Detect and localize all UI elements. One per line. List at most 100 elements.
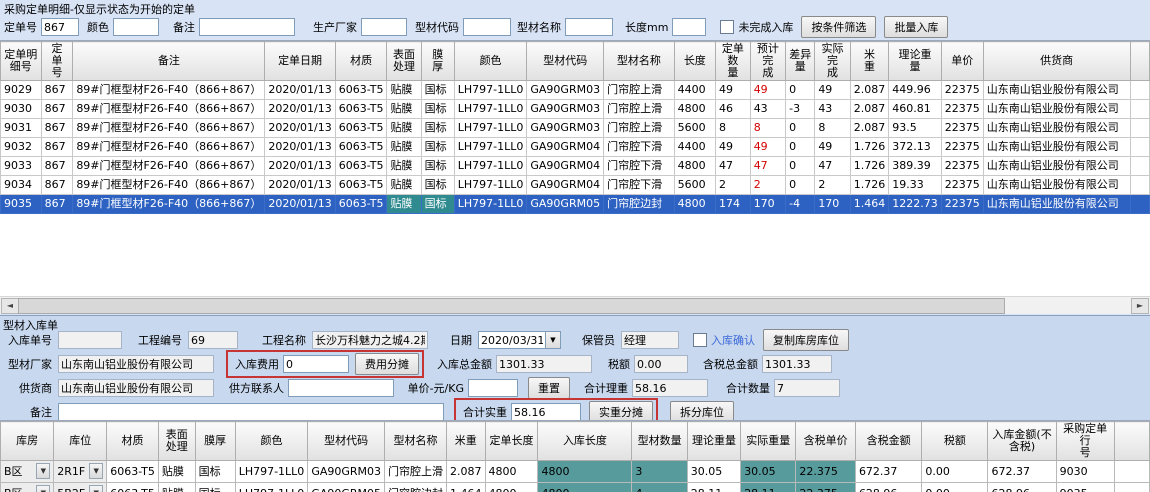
table-cell[interactable]: 22375 xyxy=(941,195,983,214)
table-cell[interactable]: 89#门框型材F26-F40（866+867） xyxy=(73,157,265,176)
table-cell[interactable]: 贴膜 xyxy=(387,81,421,100)
table-cell[interactable]: 22375 xyxy=(941,81,983,100)
table-cell[interactable]: 山东南山铝业股份有限公司 xyxy=(983,195,1130,214)
column-header[interactable]: 膜厚 xyxy=(195,422,235,461)
table-cell[interactable]: 3 xyxy=(632,461,687,483)
table-row[interactable]: 903086789#门框型材F26-F40（866+867）2020/01/13… xyxy=(1,100,1150,119)
table-cell[interactable]: GA90GRM03 xyxy=(308,461,385,483)
date-input[interactable] xyxy=(478,331,546,349)
profile-name-filter-input[interactable] xyxy=(565,18,613,36)
fee-input[interactable] xyxy=(283,355,349,373)
table-cell[interactable]: 9032 xyxy=(1,138,42,157)
table-row[interactable]: 903586789#门框型材F26-F40（866+867）2020/01/13… xyxy=(1,195,1150,214)
table-cell[interactable]: 贴膜 xyxy=(387,119,421,138)
column-header[interactable]: 含税单价 xyxy=(796,422,856,461)
table-cell[interactable]: 49 xyxy=(750,138,785,157)
table-cell[interactable]: 6063-T5 xyxy=(335,100,387,119)
table-cell[interactable]: 867 xyxy=(41,138,73,157)
dropdown-arrow-icon[interactable]: ▼ xyxy=(36,463,50,479)
table-cell[interactable]: 8 xyxy=(815,119,850,138)
table-cell[interactable]: 1.726 xyxy=(850,138,889,157)
table-cell[interactable]: 国标 xyxy=(421,176,454,195)
table-cell[interactable]: 国标 xyxy=(195,483,235,492)
column-header[interactable] xyxy=(1130,42,1149,81)
table-cell[interactable]: 0 xyxy=(786,119,815,138)
calendar-dropdown-icon[interactable]: ▼ xyxy=(546,331,561,349)
column-header[interactable]: 米 重 xyxy=(850,42,889,81)
table-cell[interactable]: 30.05 xyxy=(741,461,796,483)
tax-input[interactable] xyxy=(634,355,688,373)
remark-input[interactable] xyxy=(58,403,444,421)
table-cell[interactable]: 672.37 xyxy=(988,461,1056,483)
column-header[interactable]: 库房 xyxy=(1,422,54,461)
table-cell[interactable]: 6063-T5 xyxy=(335,176,387,195)
column-header[interactable]: 定单长度 xyxy=(485,422,538,461)
table-cell[interactable]: 门帘腔边封 xyxy=(385,483,447,492)
table-cell[interactable]: GA90GRM04 xyxy=(527,176,604,195)
table-cell[interactable]: 1.726 xyxy=(850,157,889,176)
table-cell[interactable]: 0.00 xyxy=(922,461,988,483)
scroll-right-icon[interactable]: ► xyxy=(1131,298,1149,314)
receipt-no-input[interactable] xyxy=(58,331,122,349)
table-cell[interactable]: 22375 xyxy=(941,157,983,176)
table-cell[interactable]: 22375 xyxy=(941,138,983,157)
column-header[interactable]: 库位 xyxy=(54,422,107,461)
column-header[interactable]: 型材数量 xyxy=(632,422,687,461)
table-cell[interactable]: 867 xyxy=(41,195,73,214)
table-cell[interactable]: GA90GRM03 xyxy=(527,81,604,100)
column-header[interactable] xyxy=(1114,422,1149,461)
supplier-input[interactable] xyxy=(58,379,214,397)
table-cell[interactable]: 8 xyxy=(750,119,785,138)
table-cell[interactable]: 1.464 xyxy=(447,483,486,492)
column-header[interactable]: 差异量 xyxy=(786,42,815,81)
column-header[interactable]: 定单明 细号 xyxy=(1,42,42,81)
table-cell[interactable]: LH797-1LL0 xyxy=(454,195,527,214)
table-cell[interactable]: 2020/01/13 xyxy=(265,138,335,157)
table-cell[interactable]: -3 xyxy=(786,100,815,119)
table-cell[interactable]: 9030 xyxy=(1,100,42,119)
table-cell[interactable]: GA90GRM04 xyxy=(527,157,604,176)
table-cell[interactable]: LH797-1LL0 xyxy=(454,157,527,176)
table-cell[interactable]: 22375 xyxy=(941,100,983,119)
table-cell[interactable]: 门帘腔上滑 xyxy=(385,461,447,483)
table-cell[interactable]: 2 xyxy=(715,176,750,195)
table-cell[interactable]: 山东南山铝业股份有限公司 xyxy=(983,119,1130,138)
order-no-input[interactable] xyxy=(41,18,79,36)
table-cell[interactable]: 49 xyxy=(815,138,850,157)
column-header[interactable]: 含税金额 xyxy=(855,422,921,461)
table-cell[interactable]: 8 xyxy=(715,119,750,138)
table-cell[interactable]: ▼5B2F xyxy=(54,483,107,492)
table-cell[interactable]: 6063-T5 xyxy=(107,483,159,492)
table-cell[interactable]: 867 xyxy=(41,119,73,138)
table-cell[interactable]: 372.13 xyxy=(889,138,942,157)
dropdown-arrow-icon[interactable]: ▼ xyxy=(36,485,50,492)
unit-price-input[interactable] xyxy=(468,379,518,397)
table-row[interactable]: ▼B区▼5B2F6063-T5贴膜国标LH797-1LL0GA90GRM05门帘… xyxy=(1,483,1150,492)
table-cell[interactable]: 2.087 xyxy=(850,81,889,100)
column-header[interactable]: 入库金额(不 含税) xyxy=(988,422,1056,461)
table-cell[interactable]: 2.087 xyxy=(850,119,889,138)
dropdown-arrow-icon[interactable]: ▼ xyxy=(89,485,103,492)
column-header[interactable]: 型材名称 xyxy=(385,422,447,461)
table-cell[interactable]: 贴膜 xyxy=(158,461,195,483)
table-row[interactable]: 903386789#门框型材F26-F40（866+867）2020/01/13… xyxy=(1,157,1150,176)
table-cell[interactable]: 4800 xyxy=(538,461,632,483)
table-cell[interactable]: 1222.73 xyxy=(889,195,942,214)
table-cell[interactable]: 867 xyxy=(41,100,73,119)
table-cell[interactable]: 46 xyxy=(715,100,750,119)
table-cell[interactable]: 门帘腔上滑 xyxy=(604,100,675,119)
column-header[interactable]: 材质 xyxy=(335,42,387,81)
table-cell[interactable]: 4800 xyxy=(674,157,715,176)
table-cell[interactable]: 89#门框型材F26-F40（866+867） xyxy=(73,81,265,100)
table-row[interactable]: 902986789#门框型材F26-F40（866+867）2020/01/13… xyxy=(1,81,1150,100)
column-header[interactable]: 实际重量 xyxy=(741,422,796,461)
column-header[interactable]: 供货商 xyxy=(983,42,1130,81)
table-cell[interactable]: LH797-1LL0 xyxy=(454,176,527,195)
table-cell[interactable]: 9030 xyxy=(1056,461,1114,483)
scrollbar-thumb[interactable] xyxy=(18,298,1005,314)
table-cell[interactable]: 9034 xyxy=(1,176,42,195)
table-cell[interactable]: 6063-T5 xyxy=(107,461,159,483)
factory-input[interactable] xyxy=(58,355,214,373)
total-with-tax-input[interactable] xyxy=(762,355,832,373)
horizontal-scrollbar[interactable]: ◄ ► xyxy=(0,296,1150,314)
